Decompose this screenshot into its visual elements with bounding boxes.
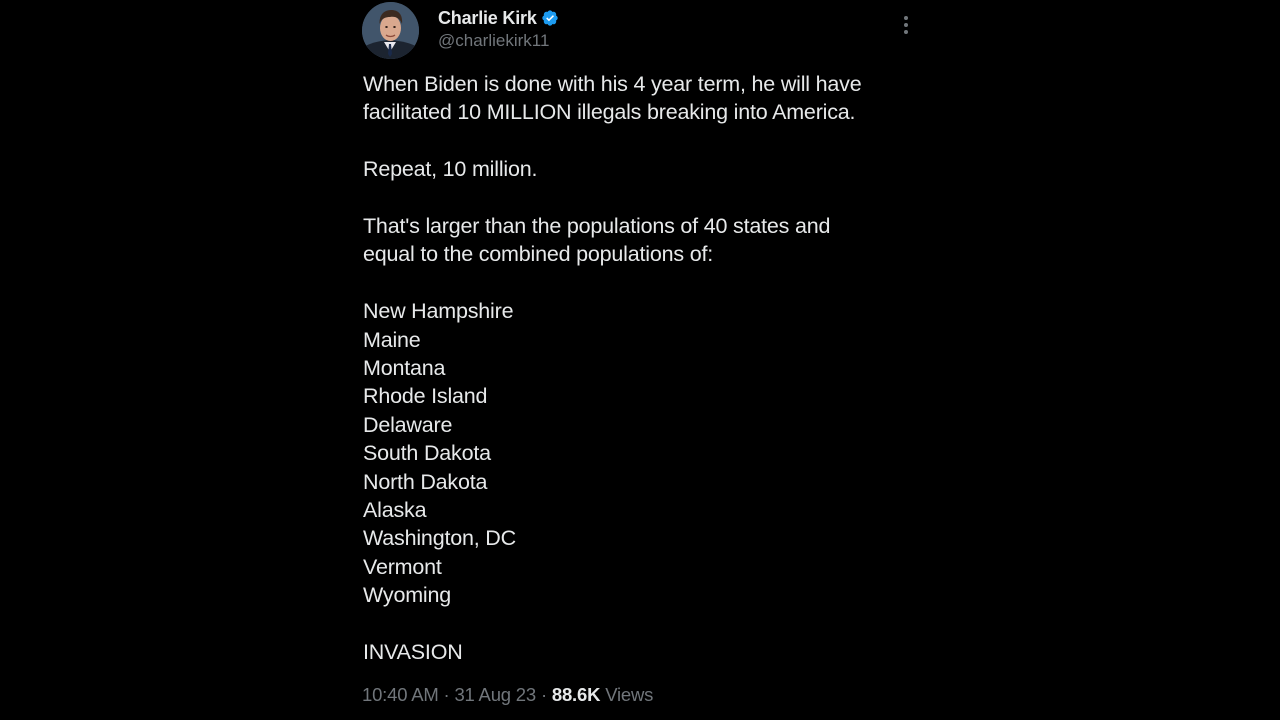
tweet-time[interactable]: 10:40 AM [362, 684, 439, 705]
tweet: Charlie Kirk @charliekirk11 When Biden i… [362, 0, 918, 720]
state-list-item: Alaska [363, 498, 427, 523]
tweet-text-line: facilitated 10 MILLION illegals breaking… [363, 100, 856, 125]
avatar-image [362, 2, 419, 59]
state-list-item: Montana [363, 356, 446, 381]
author-handle[interactable]: @charliekirk11 [438, 31, 559, 51]
meta-separator: · [443, 684, 450, 705]
state-list-item: South Dakota [363, 441, 491, 466]
tweet-date[interactable]: 31 Aug 23 [454, 684, 536, 705]
state-list-item: Delaware [363, 412, 453, 437]
state-list-item: New Hampshire [363, 299, 514, 324]
tweet-text-line: When Biden is done with his 4 year term,… [363, 72, 862, 96]
state-list-item: Wyoming [363, 583, 452, 608]
tweet-text-line: Repeat, 10 million. [363, 157, 538, 182]
tweet-text-line: equal to the combined populations of: [363, 242, 713, 267]
verified-badge-icon [541, 9, 559, 27]
avatar[interactable] [362, 2, 419, 59]
state-list-item: Rhode Island [363, 384, 488, 409]
more-vertical-icon[interactable] [894, 13, 918, 37]
views-count[interactable]: 88.6K [552, 684, 601, 705]
tweet-text: When Biden is done with his 4 year term,… [363, 70, 919, 666]
state-list-item: Maine [363, 327, 421, 352]
state-list-item: North Dakota [363, 469, 488, 494]
state-list-item: Vermont [363, 554, 442, 579]
tweet-closing-word: INVASION [363, 640, 463, 665]
author-name-row: Charlie Kirk [438, 6, 559, 30]
tweet-text-line: That's larger than the populations of 40… [363, 214, 831, 238]
author-block: Charlie Kirk @charliekirk11 [438, 6, 559, 51]
author-display-name[interactable]: Charlie Kirk [438, 8, 537, 29]
tweet-meta: 10:40 AM · 31 Aug 23 · 88.6K Views [362, 684, 653, 706]
meta-separator: · [540, 684, 547, 705]
state-list-item: Washington, DC [363, 526, 516, 551]
views-label: Views [605, 684, 654, 705]
